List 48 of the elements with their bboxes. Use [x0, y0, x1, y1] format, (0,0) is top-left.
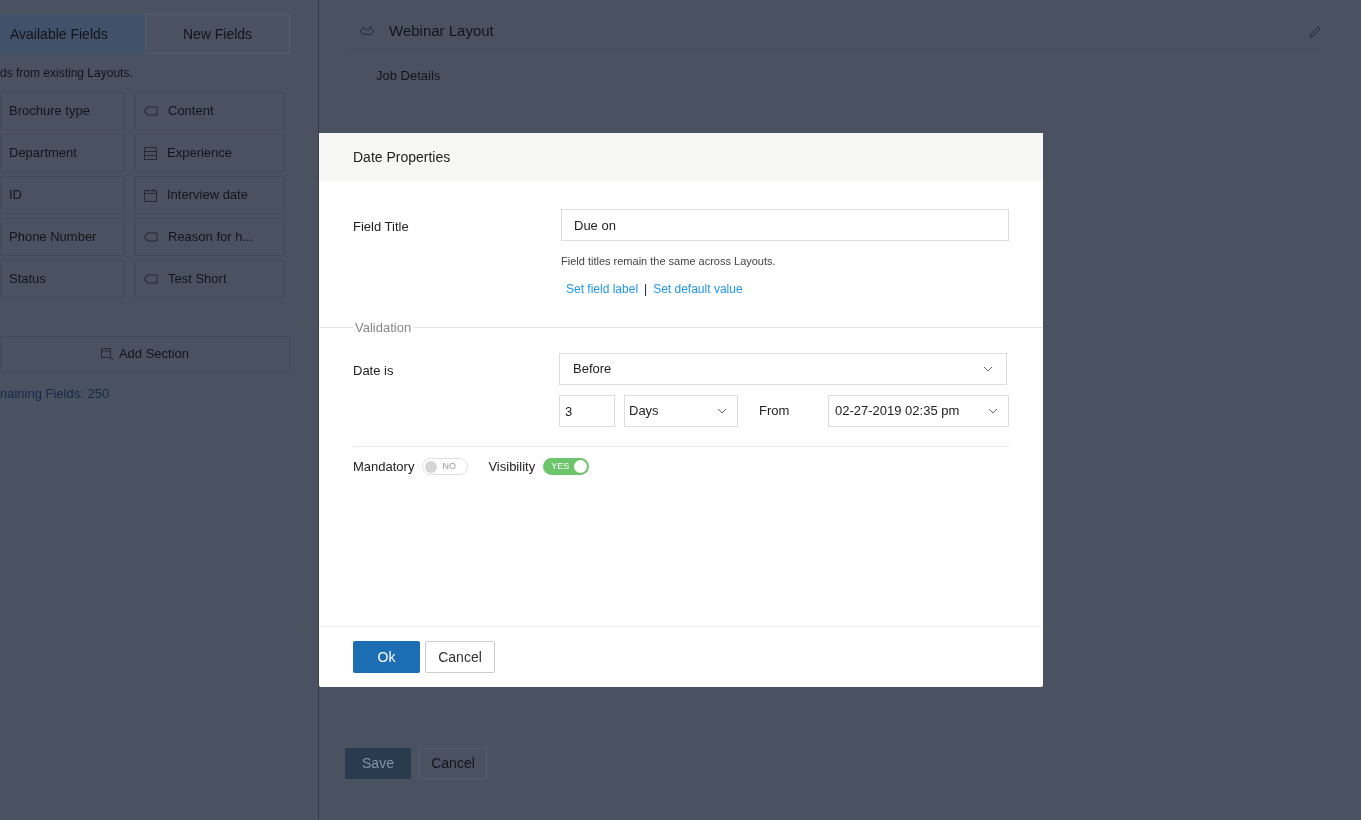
date-is-label: Date is	[353, 362, 395, 380]
dialog-title: Date Properties	[353, 147, 451, 167]
field-item[interactable]: Content	[135, 92, 285, 130]
condition-select[interactable]: Before	[559, 353, 1007, 385]
set-field-label-link[interactable]: Set field label	[566, 279, 639, 298]
field-title-input[interactable]: Due on	[561, 209, 1009, 241]
add-section-button[interactable]: Add Section	[0, 336, 290, 372]
pencil-icon	[1309, 25, 1321, 38]
form-icon	[144, 146, 157, 160]
ok-button[interactable]: Ok	[353, 641, 420, 673]
help-text: Field titles remain the same across Layouts.	[561, 254, 777, 269]
cancel-button[interactable]: Cancel	[425, 641, 495, 673]
field-item[interactable]: Experience	[135, 134, 285, 172]
chevron-down-icon	[983, 366, 993, 372]
unit-select[interactable]: Days	[624, 395, 738, 427]
section-icon	[100, 348, 113, 360]
amount-input[interactable]: 3	[559, 395, 615, 427]
field-item[interactable]: Department	[0, 134, 125, 172]
from-date-select[interactable]: 02-27-2019 02:35 pm	[828, 395, 1009, 427]
layout-title: Webinar Layout	[389, 21, 495, 42]
tab[interactable]: Available Fields	[0, 14, 145, 54]
save-button[interactable]: Save	[345, 748, 411, 779]
separator-text: |	[644, 280, 648, 298]
validation-legend: Validation	[353, 317, 414, 337]
toggle-switch[interactable]: YES	[543, 458, 590, 476]
field-item[interactable]: ID	[0, 176, 125, 214]
field-item[interactable]: Interview date	[135, 176, 285, 214]
toggle-switch[interactable]: NO	[422, 458, 469, 476]
set-default-value-link[interactable]: Set default value	[653, 279, 743, 298]
tag-icon	[144, 274, 158, 284]
toggle-label: Mandatory	[353, 458, 415, 476]
toggle-label: Visibility	[488, 458, 536, 476]
field-title-label: Field Title	[353, 218, 410, 236]
field-item[interactable]: Reason for h...	[135, 218, 285, 256]
field-item[interactable]: Test Short	[135, 260, 285, 298]
field-item[interactable]: Status	[0, 260, 125, 298]
cancel-button[interactable]: Cancel	[419, 748, 487, 779]
tab[interactable]: New Fields	[145, 14, 290, 54]
calendar-icon	[144, 188, 157, 202]
chevron-down-icon	[988, 408, 998, 414]
tag-icon	[144, 106, 158, 116]
section-title: Job Details	[376, 67, 442, 85]
from-label: From	[759, 402, 791, 421]
tag-icon	[144, 232, 158, 242]
field-item[interactable]: Phone Number	[0, 218, 125, 256]
field-item[interactable]: Brochure type	[0, 92, 125, 130]
hint-text: ds from existing Layouts.	[0, 65, 134, 82]
chevron-down-icon	[717, 408, 727, 414]
